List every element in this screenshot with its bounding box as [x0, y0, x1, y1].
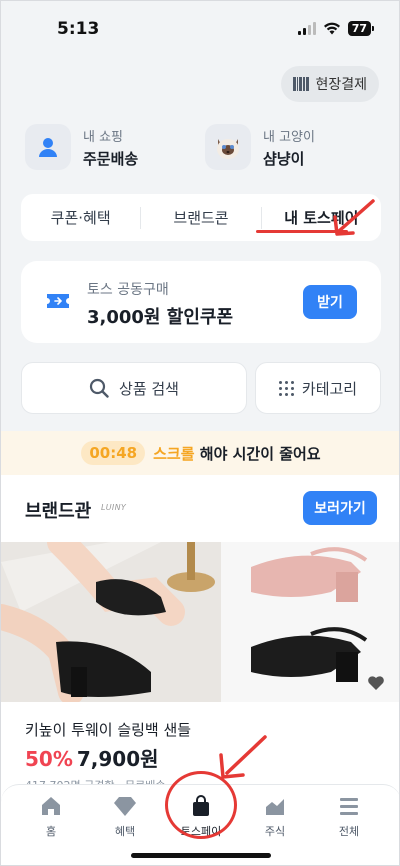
wifi-icon	[323, 22, 340, 35]
brand-logo: LUINY	[101, 503, 127, 512]
status-icons: 77	[297, 21, 375, 36]
my-shopping-sub: 내 쇼핑	[83, 129, 124, 145]
app-screen: 5:13 77 현장결제 내 쇼핑 주문배송 내 고양이 샴냥이 쿠폰·혜택 브…	[0, 0, 400, 866]
nav-all-label: 전체	[338, 825, 360, 838]
nav-benefits-label: 혜택	[114, 825, 136, 838]
my-shopping-main: 주문배송	[83, 149, 139, 168]
chart-icon	[266, 799, 284, 815]
nav-home-label: 홈	[45, 825, 57, 838]
product-discount: 50%	[25, 747, 73, 771]
brand-section-title: 브랜드관	[25, 501, 92, 522]
nav-stocks[interactable]: 주식	[245, 795, 305, 839]
coupon-title: 3,000원 할인쿠폰	[87, 307, 234, 328]
search-icon	[89, 378, 109, 398]
product-price: 7,900원	[76, 747, 159, 771]
coupon-sub: 토스 공동구매	[87, 282, 169, 298]
timer-countdown: 00:48	[81, 441, 146, 465]
my-cat-sub: 내 고양이	[263, 129, 315, 145]
tab-brandcon[interactable]: 브랜드콘	[141, 207, 260, 228]
claim-coupon-button[interactable]: 받기	[303, 285, 357, 319]
cellular-signal-icon	[297, 22, 316, 35]
home-icon	[42, 797, 60, 815]
nav-all[interactable]: 전체	[319, 795, 379, 839]
grid-dots-icon	[278, 380, 294, 396]
status-bar: 5:13 77	[1, 1, 399, 57]
menu-icon	[340, 798, 358, 815]
status-time: 5:13	[57, 19, 100, 39]
person-icon	[25, 124, 71, 170]
annotation-arrow-icon	[333, 199, 375, 236]
search-label: 상품 검색	[119, 379, 179, 398]
nav-home[interactable]: 홈	[21, 795, 81, 839]
product-image[interactable]	[1, 542, 399, 702]
cat-avatar-icon	[205, 124, 251, 170]
onsite-pay-button[interactable]: 현장결제	[281, 66, 379, 102]
timer-text: 해야 시간이 줄어요	[199, 444, 321, 463]
barcode-icon	[293, 77, 310, 91]
onsite-pay-label: 현장결제	[315, 77, 367, 93]
profile-row: 내 쇼핑 주문배송 내 고양이 샴냥이	[25, 124, 385, 179]
product-name[interactable]: 키높이 투웨이 슬링백 샌들	[25, 719, 191, 740]
category-button[interactable]: 카테고리	[255, 362, 381, 414]
nav-benefits[interactable]: 혜택	[95, 795, 155, 839]
my-cat-link[interactable]: 내 고양이 샴냥이	[205, 124, 315, 170]
coupon-card[interactable]: 토스 공동구매 3,000원 할인쿠폰 받기	[21, 261, 381, 343]
view-brand-button[interactable]: 보러가기	[303, 491, 377, 525]
home-indicator[interactable]	[131, 853, 271, 858]
battery-indicator: 77	[347, 21, 375, 36]
product-price-row: 50% 7,900원	[25, 743, 159, 772]
tabs-card: 쿠폰·혜택 브랜드콘 내 토스페이	[21, 194, 381, 241]
scroll-timer-banner: 00:48 스크롤 해야 시간이 줄어요	[1, 431, 399, 475]
my-cat-main: 샴냥이	[263, 149, 305, 168]
product-search-button[interactable]: 상품 검색	[21, 362, 247, 414]
category-label: 카테고리	[301, 379, 358, 398]
tab-coupons-benefits[interactable]: 쿠폰·혜택	[21, 207, 140, 228]
nav-stocks-label: 주식	[264, 825, 286, 838]
ticket-icon	[47, 294, 69, 308]
annotation-arrow-icon	[219, 735, 267, 779]
diamond-icon	[114, 797, 136, 816]
timer-highlight: 스크롤	[153, 444, 195, 463]
my-shopping-link[interactable]: 내 쇼핑 주문배송	[25, 124, 138, 170]
